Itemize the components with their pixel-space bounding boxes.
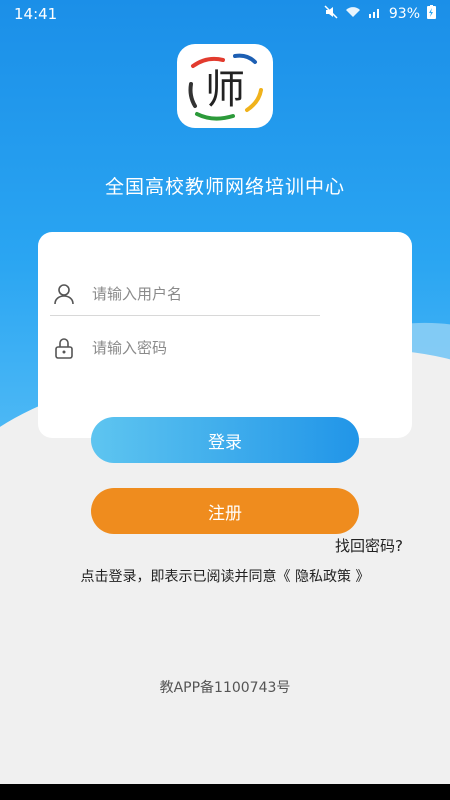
username-input[interactable] xyxy=(92,284,292,303)
wifi-icon xyxy=(345,6,361,22)
forgot-password-link[interactable]: 找回密码? xyxy=(335,535,403,556)
user-icon xyxy=(50,280,78,308)
username-field[interactable] xyxy=(50,272,320,316)
battery-percent: 93% xyxy=(388,6,420,22)
login-button[interactable]: 登录 xyxy=(91,417,359,463)
register-button[interactable]: 注册 xyxy=(91,488,359,534)
agreement-text: 点击登录，即表示已阅读并同意《 隐私政策 》 xyxy=(0,566,450,586)
status-bar: 14:41 93% xyxy=(0,0,450,28)
lock-icon xyxy=(50,334,78,362)
privacy-policy-link[interactable]: 《 隐私政策 》 xyxy=(277,569,370,585)
status-icons: 93% xyxy=(324,5,436,23)
signal-icon xyxy=(368,6,382,22)
agreement-prefix: 点击登录，即表示已阅读并同意 xyxy=(80,569,277,585)
system-nav-bar xyxy=(0,784,450,800)
password-field[interactable] xyxy=(50,326,320,370)
logo-strokes-icon xyxy=(188,53,263,121)
record-number: 教APP备1100743号 xyxy=(159,680,291,696)
app-logo: 师 xyxy=(177,44,273,128)
app-title: 全国高校教师网络培训中心 xyxy=(104,176,345,198)
password-input[interactable] xyxy=(92,339,292,357)
mute-icon xyxy=(324,5,338,23)
status-time: 14:41 xyxy=(14,5,58,23)
battery-icon xyxy=(427,5,436,23)
